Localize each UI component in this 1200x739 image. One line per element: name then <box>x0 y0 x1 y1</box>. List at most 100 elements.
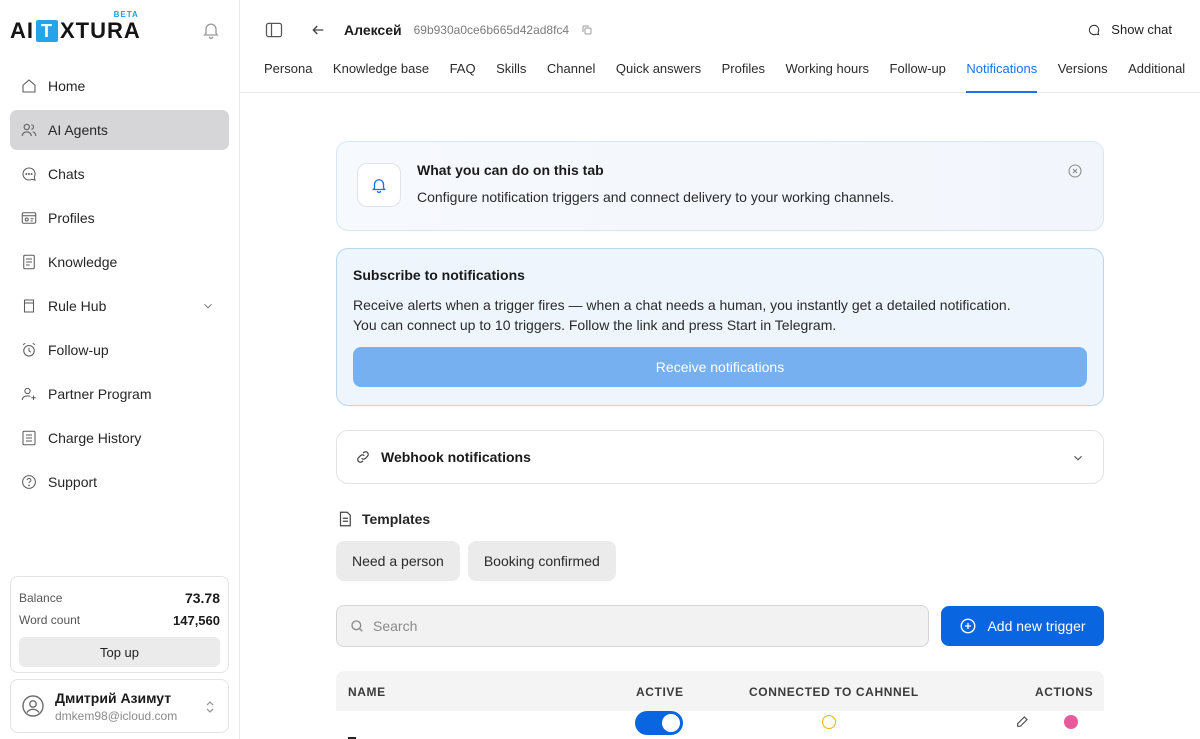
show-chat-label: Show chat <box>1111 22 1172 37</box>
info-banner: What you can do on this tab Configure no… <box>336 141 1104 231</box>
home-icon <box>22 79 36 93</box>
sidebar-item-label: Profiles <box>48 210 95 226</box>
sidebar-item-rule-hub[interactable]: Rule Hub <box>10 286 229 326</box>
add-trigger-label: Add new trigger <box>987 618 1086 634</box>
logo-text-right: XTURA <box>60 18 141 43</box>
beta-badge: BETA <box>113 10 139 19</box>
chat-bubble-icon <box>1089 24 1100 35</box>
subscribe-title: Subscribe to notifications <box>353 267 525 283</box>
sidebar-item-label: Knowledge <box>48 254 118 270</box>
templates-list: Need a person Booking confirmed <box>336 541 1104 581</box>
column-header-actions: ACTIONS <box>1035 685 1094 699</box>
word-count-label: Word count <box>19 613 81 627</box>
receive-notifications-button[interactable]: Receive notifications <box>353 347 1087 387</box>
column-header-active: ACTIVE <box>636 685 684 699</box>
sidebar-item-support[interactable]: Support <box>10 462 229 502</box>
webhook-accordion[interactable]: Webhook notifications <box>336 430 1104 484</box>
tab-notifications[interactable]: Notifications <box>966 60 1037 93</box>
tab-persona[interactable]: Persona <box>264 60 312 93</box>
user-name: Дмитрий Азимут <box>55 689 172 706</box>
search-input[interactable] <box>373 618 893 634</box>
sidebar-item-label: AI Agents <box>48 122 108 138</box>
subscribe-line-2: You can connect up to 10 triggers. Follo… <box>353 317 837 333</box>
template-chip-booking-confirmed[interactable]: Booking confirmed <box>467 541 616 581</box>
show-chat-button[interactable]: Show chat <box>1087 22 1172 37</box>
info-icon-box <box>357 163 401 207</box>
copy-icon[interactable] <box>581 24 593 36</box>
tab-versions[interactable]: Versions <box>1058 60 1108 93</box>
subscribe-card: Subscribe to notifications Receive alert… <box>336 248 1104 406</box>
id-card-icon <box>21 212 37 224</box>
tab-quick-answers[interactable]: Quick answers <box>616 60 701 93</box>
sidebar: AI T XTURA BETA Home AI Agents Chats Profi… <box>0 0 240 739</box>
logo-row: AI T XTURA BETA <box>0 0 239 62</box>
search-row: Add new trigger <box>336 605 1104 647</box>
template-chip-need-a-person[interactable]: Need a person <box>336 541 460 581</box>
templates-title: Templates <box>362 511 431 527</box>
user-email: dmkem98@icloud.com <box>55 708 178 723</box>
tab-channel[interactable]: Channel <box>547 60 595 93</box>
tab-working-hours[interactable]: Working hours <box>785 60 869 93</box>
chat-icon <box>22 167 36 181</box>
balance-label: Balance <box>19 591 63 605</box>
document-icon <box>339 511 351 527</box>
column-header-channel: CONNECTED TO CAHNNEL <box>749 685 919 699</box>
sidebar-item-follow-up[interactable]: Follow-up <box>10 330 229 370</box>
search-field[interactable] <box>336 605 929 647</box>
tab-additional[interactable]: Additional <box>1128 60 1185 93</box>
webhook-title: Webhook notifications <box>381 449 531 465</box>
column-header-name: NAME <box>348 685 386 699</box>
sidebar-item-partner-program[interactable]: Partner Program <box>10 374 229 414</box>
top-up-button[interactable]: Top up <box>19 637 220 667</box>
agent-name: Алексей <box>344 22 402 38</box>
sidebar-item-ai-agents[interactable]: AI Agents <box>10 110 229 150</box>
users-icon <box>21 123 37 137</box>
back-arrow-icon[interactable] <box>310 22 326 38</box>
sidebar-item-knowledge[interactable]: Knowledge <box>10 242 229 282</box>
sidebar-item-home[interactable]: Home <box>10 66 229 106</box>
balance-card: Balance 73.78 Word count 147,560 Top up <box>10 576 229 673</box>
bell-icon <box>372 179 386 194</box>
tab-follow-up[interactable]: Follow-up <box>890 60 946 93</box>
alarm-clock-icon <box>22 342 36 357</box>
add-trigger-button[interactable]: Add new trigger <box>941 606 1104 646</box>
chevron-updown-icon[interactable] <box>204 699 216 715</box>
chevron-down-icon[interactable] <box>201 299 215 313</box>
logo[interactable]: AI T XTURA BETA <box>10 10 141 44</box>
balance-value: 73.78 <box>184 590 220 606</box>
templates-heading: Templates <box>336 510 1104 528</box>
subscribe-description: Receive alerts when a trigger fires — wh… <box>353 295 1087 335</box>
chevron-down-icon[interactable] <box>1071 451 1085 465</box>
sidebar-item-charge-history[interactable]: Charge History <box>10 418 229 458</box>
main-area: Алексей 69b930a0ce6b665d42ad8fc4 Show ch… <box>240 0 1200 739</box>
user-plus-icon <box>21 387 36 401</box>
logo-box: T <box>36 20 58 42</box>
channel-status-icon <box>822 715 836 729</box>
sidebar-item-label: Charge History <box>48 430 142 446</box>
top-bar: Алексей 69b930a0ce6b665d42ad8fc4 Show ch… <box>240 0 1200 60</box>
avatar-icon <box>22 695 44 717</box>
user-card[interactable]: Дмитрий Азимут dmkem98@icloud.com <box>10 679 229 733</box>
plus-circle-icon <box>961 618 976 634</box>
info-description: Configure notification triggers and conn… <box>417 189 895 205</box>
sidebar-item-label: Support <box>48 474 98 490</box>
close-icon[interactable] <box>1067 163 1083 179</box>
tab-profiles[interactable]: Profiles <box>722 60 765 93</box>
sidebar-item-profiles[interactable]: Profiles <box>10 198 229 238</box>
subscribe-line-1: Receive alerts when a trigger fires — wh… <box>353 297 1011 313</box>
active-toggle[interactable] <box>635 711 683 735</box>
bell-icon[interactable] <box>201 20 221 40</box>
delete-icon[interactable] <box>1064 715 1078 729</box>
rulebook-icon <box>23 299 35 313</box>
link-icon <box>357 451 369 463</box>
tab-faq[interactable]: FAQ <box>450 60 476 93</box>
notifications-content: What you can do on this tab Configure no… <box>336 141 1104 739</box>
edit-icon[interactable] <box>1015 713 1031 729</box>
info-title: What you can do on this tab <box>417 162 604 178</box>
tab-knowledge-base[interactable]: Knowledge base <box>333 60 429 93</box>
tab-skills[interactable]: Skills <box>496 60 526 93</box>
triggers-table-header: NAME ACTIVE CONNECTED TO CAHNNEL ACTIONS <box>336 671 1104 711</box>
sidebar-item-label: Chats <box>48 166 85 182</box>
sidebar-item-chats[interactable]: Chats <box>10 154 229 194</box>
sidebar-toggle-icon[interactable] <box>264 20 284 40</box>
